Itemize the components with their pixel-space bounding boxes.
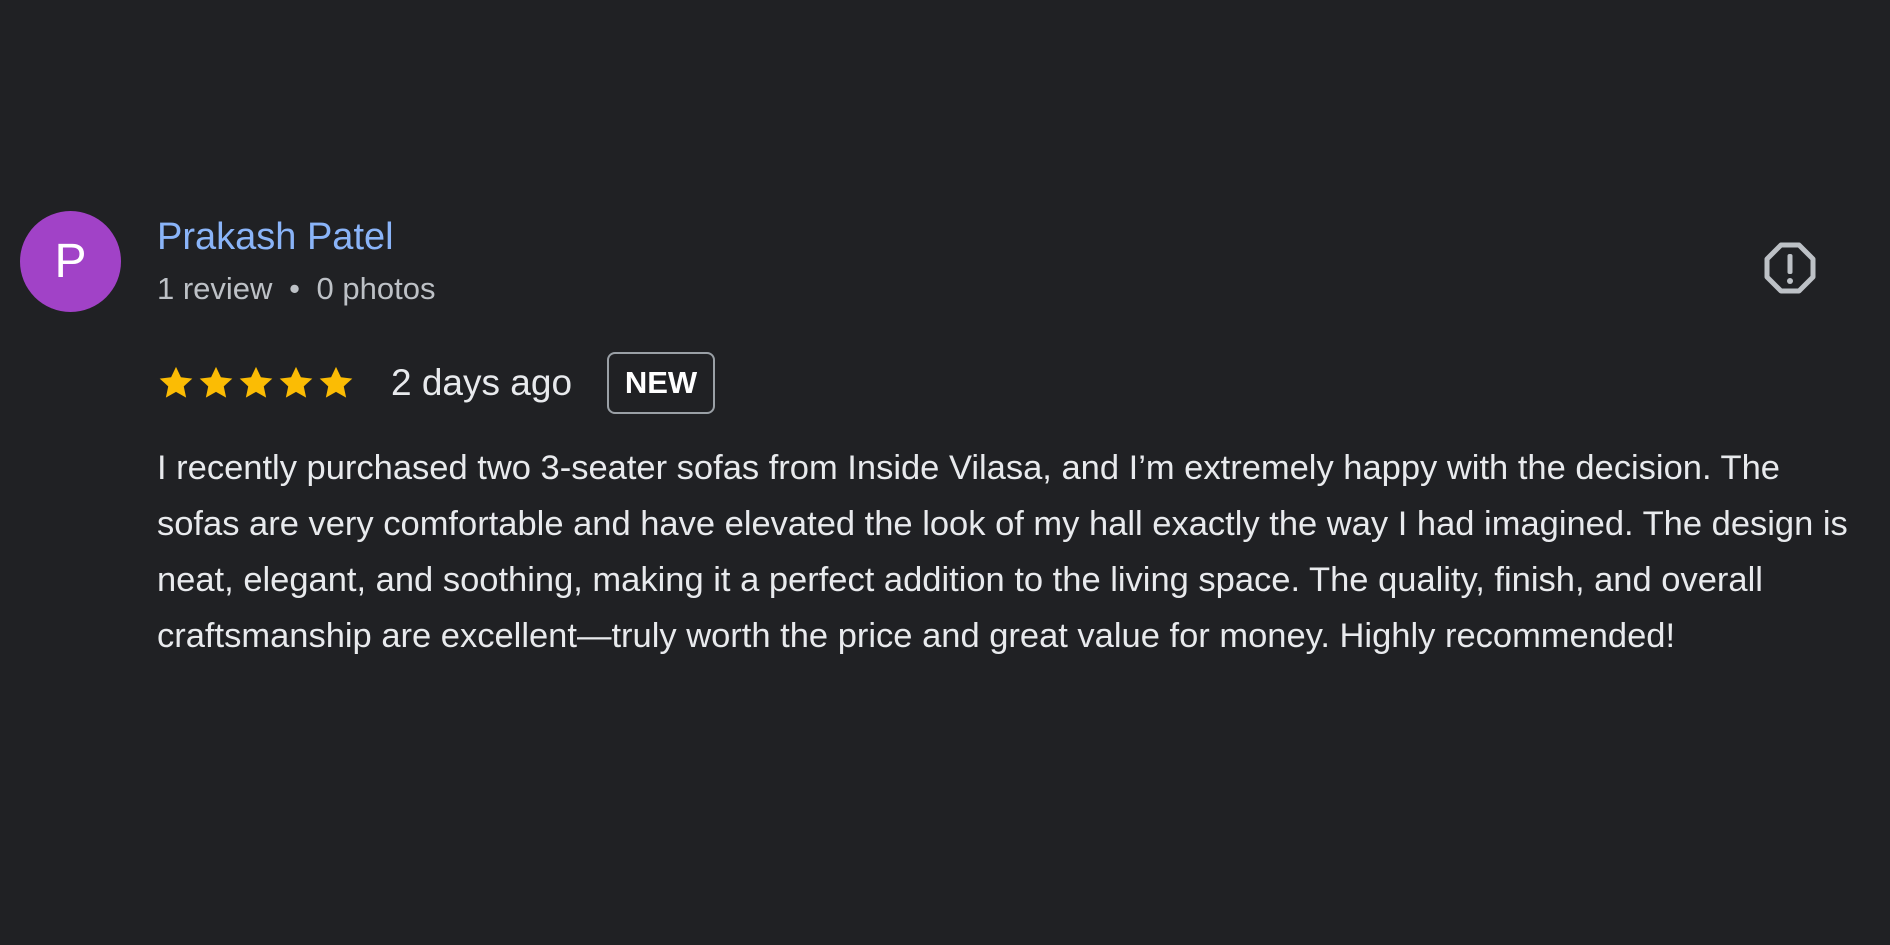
- star-icon: [239, 366, 273, 398]
- avatar-initial: P: [54, 234, 87, 288]
- review-date: 2 days ago: [391, 362, 573, 403]
- new-badge: NEW: [607, 352, 716, 414]
- review-count: 1 review: [157, 271, 273, 306]
- avatar[interactable]: P: [20, 211, 121, 312]
- star-icon: [319, 366, 353, 398]
- photo-count: 0 photos: [316, 271, 436, 306]
- review-text: I recently purchased two 3-seater sofas …: [157, 449, 1848, 655]
- star-icon: [159, 366, 193, 398]
- meta-separator: •: [289, 271, 300, 306]
- star-rating: [157, 364, 355, 402]
- review-card: P Prakash Patel 1 review • 0 photos 2 da…: [0, 0, 1890, 945]
- rating-row: 2 days ago NEW: [157, 350, 716, 416]
- star-icon: [279, 366, 313, 398]
- report-review-button[interactable]: [1762, 240, 1818, 296]
- report-alert-icon: [1764, 242, 1816, 294]
- reviewer-meta: 1 review • 0 photos: [157, 270, 435, 308]
- reviewer-name[interactable]: Prakash Patel: [157, 214, 394, 260]
- star-icon: [199, 366, 233, 398]
